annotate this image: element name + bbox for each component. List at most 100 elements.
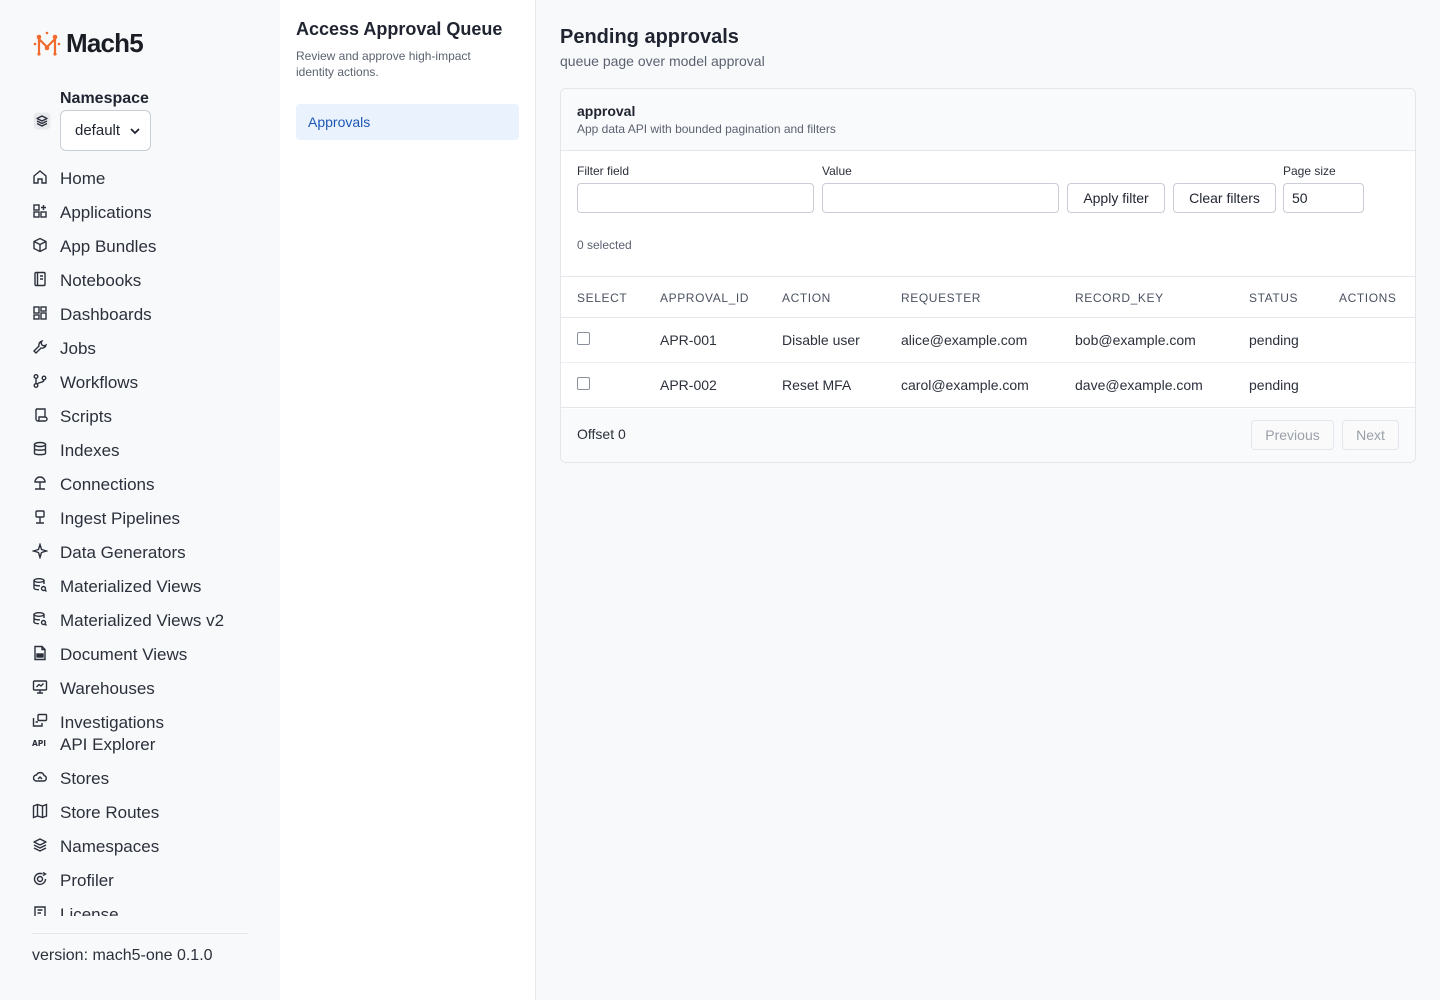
map-icon	[32, 803, 48, 819]
profiler-icon	[33, 871, 47, 886]
pagination-footer: Offset 0 Previous Next	[561, 409, 1415, 462]
page-size-label: Page size	[1283, 164, 1336, 178]
page-subtitle: queue page over model approval	[560, 53, 765, 69]
nav-item-workflows[interactable]: Workflows	[32, 368, 252, 402]
column-header-action: ACTION	[782, 291, 831, 305]
cell-action: Reset MFA	[782, 377, 852, 393]
nav-item-profiler[interactable]: Profiler	[32, 866, 252, 900]
home-icon	[33, 170, 47, 184]
filter-value-input[interactable]	[822, 183, 1059, 213]
apps-icon	[33, 204, 47, 218]
nav-item-applications[interactable]: Applications	[32, 198, 252, 232]
filter-field-label: Filter field	[577, 164, 630, 178]
page-size-input[interactable]: 50	[1283, 183, 1364, 213]
column-header-status: STATUS	[1249, 291, 1299, 305]
column-header-requester: REQUESTER	[901, 291, 982, 305]
nav-item-app-bundles[interactable]: App Bundles	[32, 232, 252, 266]
filter-field-input[interactable]	[577, 183, 814, 213]
nav-item-document-views[interactable]: Document Views	[32, 640, 252, 674]
dashboard-icon	[33, 306, 47, 320]
svg-text:API: API	[32, 739, 46, 748]
database-icon	[33, 441, 47, 456]
cell-action: Disable user	[782, 332, 860, 348]
pipeline-icon	[35, 510, 45, 524]
nav-item-data-generators[interactable]: Data Generators	[32, 538, 252, 572]
investigation-icon	[32, 713, 48, 727]
layers-icon	[32, 111, 52, 131]
cell-requester: carol@example.com	[901, 377, 1029, 393]
page-title: Pending approvals	[560, 26, 739, 48]
sidebar-divider	[32, 933, 248, 934]
nav-item-ingest-pipelines[interactable]: Ingest Pipelines	[32, 504, 252, 538]
subnav-item-approvals[interactable]: Approvals	[296, 104, 519, 140]
version-text: version: mach5-one 0.1.0	[32, 947, 213, 964]
approvals-table: SELECT APPROVAL_ID ACTION REQUESTER RECO…	[561, 277, 1415, 408]
nav-item-jobs[interactable]: Jobs	[32, 334, 252, 368]
column-header-select: SELECT	[577, 291, 628, 305]
cell-approval-id: APR-002	[660, 377, 717, 393]
wrench-icon	[33, 340, 47, 354]
view-search-icon	[33, 612, 47, 626]
package-icon	[33, 237, 47, 253]
document-icon	[34, 645, 46, 661]
mach5-logo-icon	[33, 31, 61, 56]
brand-name: Mach5	[66, 28, 144, 58]
nav-item-materialized-views-v2[interactable]: Materialized Views v2	[32, 606, 252, 640]
next-page-button[interactable]: Next	[1342, 420, 1399, 450]
license-icon	[34, 906, 46, 916]
selected-count: 0 selected	[577, 238, 632, 252]
brand-logo[interactable]: Mach5	[32, 28, 144, 59]
card-subtitle: App data API with bounded pagination and…	[577, 122, 836, 136]
view-search-icon	[33, 578, 47, 592]
nav-item-store-routes[interactable]: Store Routes	[32, 798, 252, 832]
previous-page-button[interactable]: Previous	[1251, 420, 1334, 450]
sidebar: Mach5 Namespace default Home Application…	[0, 0, 280, 1000]
cell-requester: alice@example.com	[901, 332, 1028, 348]
nav-item-notebooks[interactable]: Notebooks	[32, 266, 252, 300]
nav-item-stores[interactable]: Stores	[32, 764, 252, 798]
clear-filters-button[interactable]: Clear filters	[1173, 183, 1276, 213]
namespace-selected-value: default	[75, 122, 121, 139]
card-title: approval	[577, 103, 636, 119]
app-title: Access Approval Queue	[296, 19, 503, 39]
nav-item-home[interactable]: Home	[32, 164, 252, 198]
nav-item-scripts[interactable]: Scripts	[32, 402, 252, 436]
filter-bar: Filter field Value Apply filter Clear fi…	[561, 151, 1415, 277]
main-nav: Home Applications App Bundles Notebooks …	[32, 164, 252, 916]
namespace-label: Namespace	[60, 90, 149, 107]
nav-item-materialized-views[interactable]: Materialized Views	[32, 572, 252, 606]
card-header: approval App data API with bounded pagin…	[561, 89, 1415, 151]
cell-status: pending	[1249, 377, 1299, 393]
table-row[interactable]: APR-001 Disable user alice@example.com b…	[561, 318, 1415, 363]
apply-filter-button[interactable]: Apply filter	[1067, 183, 1165, 213]
sparkle-icon	[32, 543, 48, 559]
nav-item-license[interactable]: License	[32, 900, 252, 916]
nav-item-api-explorer[interactable]: API API Explorer	[32, 730, 252, 764]
nav-item-indexes[interactable]: Indexes	[32, 436, 252, 470]
table-header: SELECT APPROVAL_ID ACTION REQUESTER RECO…	[561, 277, 1415, 318]
cell-record-key: dave@example.com	[1075, 377, 1203, 393]
nav-item-dashboards[interactable]: Dashboards	[32, 300, 252, 334]
nav-item-namespaces[interactable]: Namespaces	[32, 832, 252, 866]
cell-record-key: bob@example.com	[1075, 332, 1196, 348]
layers-icon	[33, 838, 47, 852]
column-header-record-key: RECORD_KEY	[1075, 291, 1164, 305]
connection-icon	[34, 476, 46, 490]
script-icon	[35, 408, 48, 422]
nav-item-connections[interactable]: Connections	[32, 470, 252, 504]
subnav-item-label: Approvals	[308, 114, 371, 130]
nav-item-investigations[interactable]: Investigations	[32, 708, 252, 732]
api-icon: API	[32, 739, 46, 748]
row-select-checkbox[interactable]	[577, 332, 590, 345]
notebook-icon	[34, 271, 46, 287]
namespace-dropdown[interactable]: default	[60, 110, 151, 151]
approval-card: approval App data API with bounded pagin…	[560, 88, 1416, 463]
app-subnav-panel: Access Approval Queue Review and approve…	[280, 0, 536, 1000]
nav-item-warehouses[interactable]: Warehouses	[32, 674, 252, 708]
cell-status: pending	[1249, 332, 1299, 348]
row-select-checkbox[interactable]	[577, 377, 590, 390]
offset-text: Offset 0	[577, 426, 626, 442]
table-row[interactable]: APR-002 Reset MFA carol@example.com dave…	[561, 363, 1415, 408]
filter-value-label: Value	[822, 164, 852, 178]
column-header-approval-id: APPROVAL_ID	[660, 291, 750, 305]
